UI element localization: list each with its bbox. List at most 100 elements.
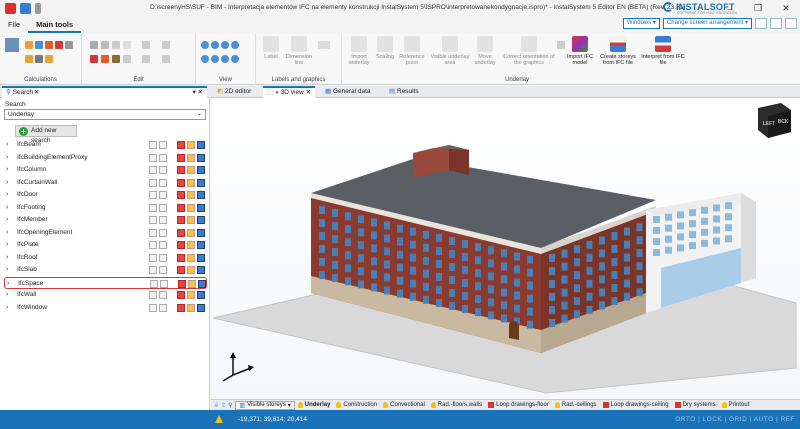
edit-icon[interactable] — [187, 141, 195, 149]
select-all-icon[interactable] — [150, 279, 158, 288]
copy-icon[interactable] — [197, 178, 205, 187]
edit-icon[interactable] — [187, 178, 195, 187]
copy-icon[interactable] — [197, 241, 205, 249]
screen-arrangement-dropdown[interactable]: Change screen arrangement ▾ — [662, 18, 752, 29]
3d-viewport[interactable]: LEFT BCK — [211, 98, 800, 399]
edit-icon[interactable] — [187, 253, 195, 262]
remove-icon[interactable] — [177, 291, 185, 299]
filter-icon[interactable]: ⚲ — [228, 402, 232, 409]
tab-results[interactable]: ▤ Results — [385, 86, 423, 98]
zoom-all-icon[interactable] — [231, 41, 239, 49]
building-model[interactable]: LEFT BCK — [211, 98, 800, 399]
search-row[interactable]: › IfcCurtainWall — [4, 177, 207, 189]
edit-icon[interactable] — [187, 228, 195, 237]
layer-loop-ceiling[interactable]: Loop drawings-ceiling — [600, 402, 672, 408]
search-type-select[interactable]: Underlay ⌄ — [4, 109, 206, 120]
tab-3d-view[interactable]: ⬚ ● 3D view ✕ — [263, 86, 316, 98]
select-all-icon[interactable] — [149, 241, 157, 249]
edit-icon[interactable] — [187, 291, 195, 299]
arrow-up-icon[interactable]: ⇧ — [221, 402, 226, 409]
search-row[interactable]: › IfcDoor — [4, 189, 207, 201]
copy-icon[interactable] — [197, 228, 205, 237]
select-all-icon[interactable] — [149, 266, 157, 274]
search-row[interactable]: › IfcMember — [4, 214, 207, 226]
calc-icon-2[interactable] — [35, 41, 43, 49]
edit-icon[interactable] — [187, 191, 195, 199]
import-underlay-button[interactable]: Import underlay — [344, 36, 374, 66]
calc-icon-8[interactable] — [45, 55, 53, 63]
calc-icon-5[interactable] — [65, 41, 73, 49]
layer-underlay[interactable]: Underlay — [295, 402, 334, 408]
select-icon[interactable] — [160, 279, 168, 288]
copy-icon[interactable] — [197, 166, 205, 174]
chevron-right-icon[interactable]: › — [6, 214, 8, 226]
tab-search[interactable]: ⚲ Search ✕ ▾ ✕ — [2, 86, 207, 98]
chevron-right-icon[interactable]: › — [6, 252, 8, 264]
remove-icon[interactable] — [177, 228, 185, 237]
move-underlay-button[interactable]: Move underlay — [470, 36, 500, 66]
remove-icon[interactable] — [177, 266, 185, 274]
remove-icon[interactable] — [177, 303, 185, 312]
calc-icon-1[interactable] — [25, 41, 33, 49]
arrow-down-icon[interactable]: ⇩ — [214, 402, 219, 409]
layer-rad-ceilings[interactable]: Rad.-ceilings — [552, 402, 600, 408]
chevron-right-icon[interactable]: › — [6, 302, 8, 314]
close-3d-tab-icon[interactable]: ✕ — [306, 89, 311, 96]
chevron-right-icon[interactable]: › — [6, 227, 8, 239]
edit-icon[interactable] — [187, 166, 195, 174]
tab-general-data[interactable]: ▦ General data — [321, 86, 375, 98]
import-ifc-button[interactable]: Import IFC model — [566, 36, 594, 66]
edit-icon-4[interactable] — [123, 41, 131, 49]
view-cube[interactable]: LEFT BCK — [758, 103, 791, 138]
chevron-right-icon[interactable]: › — [6, 264, 8, 276]
restore-icon[interactable]: ❐ — [744, 0, 772, 17]
select-all-icon[interactable] — [149, 203, 157, 212]
select-icon[interactable] — [159, 241, 167, 249]
scaling-button[interactable]: Scaling — [374, 36, 396, 60]
select-all-icon[interactable] — [149, 141, 157, 149]
chevron-right-icon[interactable]: › — [6, 139, 8, 151]
select-all-icon[interactable] — [149, 228, 157, 237]
underlay-small-icon[interactable] — [557, 41, 565, 49]
paste-icon[interactable] — [112, 55, 120, 63]
layer-convectional[interactable]: Convectional — [380, 402, 428, 408]
chevron-right-icon[interactable]: › — [6, 177, 8, 189]
edit-icon-8[interactable] — [142, 55, 150, 63]
search-row[interactable]: › IfcWindow — [4, 302, 207, 314]
remove-icon[interactable] — [177, 166, 185, 174]
remove-icon[interactable] — [177, 241, 185, 249]
add-new-search-button[interactable]: + Add new search — [15, 125, 77, 144]
layer-printout[interactable]: Printout — [719, 402, 753, 408]
remove-icon[interactable] — [177, 178, 185, 187]
chevron-right-icon[interactable]: › — [6, 189, 8, 201]
help-icon[interactable] — [785, 18, 797, 29]
edit-icon-2[interactable] — [101, 41, 109, 49]
select-all-icon[interactable] — [149, 253, 157, 262]
delete-icon[interactable] — [101, 55, 109, 63]
dimension-line-button[interactable]: Dimension line — [284, 36, 314, 66]
chevron-right-icon[interactable]: › — [6, 164, 8, 176]
select-icon[interactable] — [159, 166, 167, 174]
edit-icon[interactable] — [187, 241, 195, 249]
select-icon[interactable] — [159, 266, 167, 274]
remove-icon[interactable] — [177, 253, 185, 262]
layer-loop-floor[interactable]: Loop drawings-floor — [485, 402, 552, 408]
copy-icon[interactable] — [198, 279, 206, 288]
interpret-button[interactable]: Interpret from IFC file — [641, 36, 685, 66]
zoom-in-icon[interactable] — [201, 41, 209, 49]
layer-rad-floors[interactable]: Rad.-floors,walls — [428, 402, 485, 408]
visible-underlay-area-button[interactable]: Visible underlay area — [430, 36, 470, 66]
search-row[interactable]: › IfcOpeningElement — [4, 227, 207, 239]
chevron-right-icon[interactable]: › — [6, 289, 8, 301]
zoom-out-icon[interactable] — [211, 41, 219, 49]
windows-dropdown[interactable]: Windows ▾ — [622, 18, 660, 29]
search-row[interactable]: › IfcBuildingElementProxy — [4, 152, 207, 164]
calc-icon-6[interactable] — [25, 55, 33, 63]
select-icon[interactable] — [159, 228, 167, 237]
copy-icon[interactable] — [197, 153, 205, 162]
remove-icon[interactable] — [177, 191, 185, 199]
layout-icon[interactable] — [755, 18, 767, 29]
copy-icon[interactable] — [197, 266, 205, 274]
chevron-right-icon[interactable]: › — [6, 152, 8, 164]
select-icon[interactable] — [159, 141, 167, 149]
